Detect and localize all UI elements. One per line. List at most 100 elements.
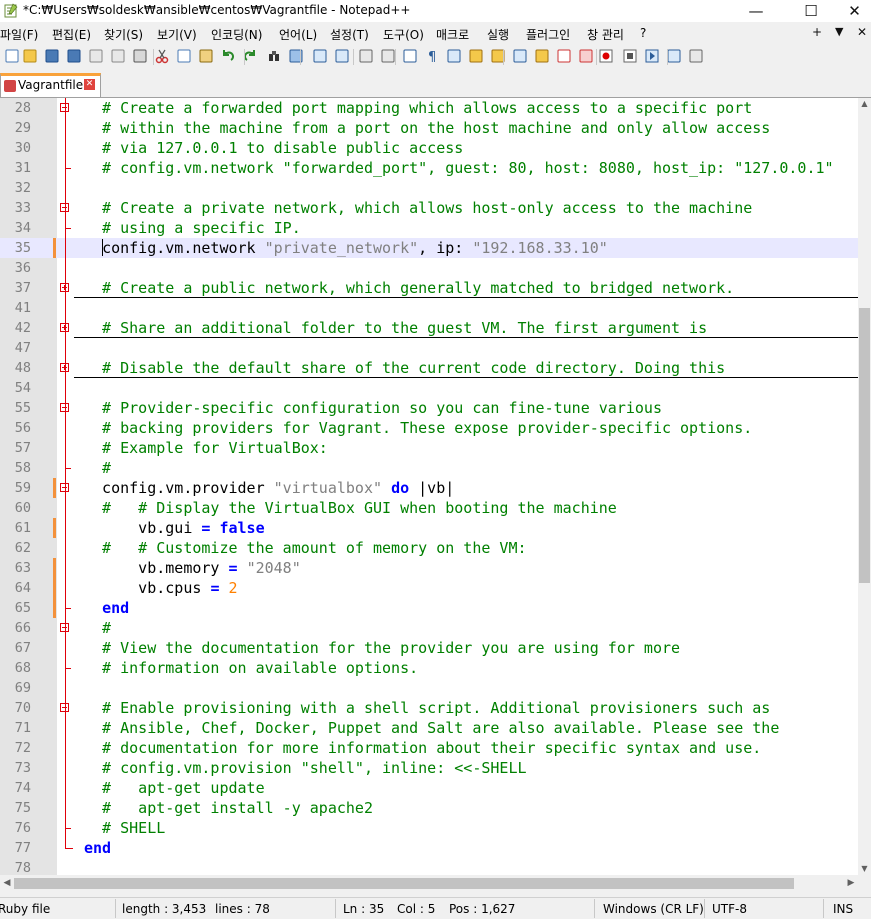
- menu-help[interactable]: ?: [640, 26, 646, 40]
- scroll-left-arrow-icon[interactable]: ◀: [0, 875, 14, 892]
- menu-plugins[interactable]: 플러그인: [526, 26, 570, 43]
- find-icon[interactable]: [266, 48, 282, 64]
- run-macro-multiple-icon[interactable]: [666, 48, 682, 64]
- code-line[interactable]: 54: [0, 378, 858, 398]
- code-line[interactable]: 65 end: [0, 598, 858, 618]
- monitoring-icon[interactable]: [578, 48, 594, 64]
- code-line[interactable]: 60 # # Display the VirtualBox GUI when b…: [0, 498, 858, 518]
- code-line[interactable]: 32: [0, 178, 858, 198]
- maximize-button[interactable]: ☐: [788, 0, 834, 22]
- open-file-icon[interactable]: [22, 48, 38, 64]
- zoom-in-icon[interactable]: [312, 48, 328, 64]
- menu-window[interactable]: 창 관리: [587, 26, 624, 43]
- tab-close-icon[interactable]: ✕: [84, 79, 95, 90]
- print-icon[interactable]: [132, 48, 148, 64]
- code-line[interactable]: 75 # apt-get install -y apache2: [0, 798, 858, 818]
- scroll-down-arrow-icon[interactable]: ▼: [858, 863, 871, 875]
- code-line[interactable]: 64 vb.cpus = 2: [0, 578, 858, 598]
- close-all-icon[interactable]: [110, 48, 126, 64]
- tab-list-dropdown-button[interactable]: ▼: [835, 25, 843, 38]
- save-all-icon[interactable]: [66, 48, 82, 64]
- user-lang-icon[interactable]: [468, 48, 484, 64]
- code-line[interactable]: 62 # # Customize the amount of memory on…: [0, 538, 858, 558]
- vertical-scrollbar[interactable]: ▲ ▼: [858, 98, 871, 875]
- sync-horizontal-icon[interactable]: [380, 48, 396, 64]
- menu-settings[interactable]: 설정(T): [330, 26, 369, 43]
- tab-vagrantfile[interactable]: Vagrantfile ✕: [0, 73, 101, 97]
- stop-macro-icon[interactable]: [622, 48, 638, 64]
- code-line[interactable]: 57 # Example for VirtualBox:: [0, 438, 858, 458]
- code-line[interactable]: 68 # information on available options.: [0, 658, 858, 678]
- menu-encoding[interactable]: 인코딩(N): [211, 26, 262, 43]
- code-line[interactable]: 31 # config.vm.network "forwarded_port",…: [0, 158, 858, 178]
- close-document-button[interactable]: ✕: [857, 25, 867, 39]
- code-line[interactable]: 78: [0, 858, 858, 875]
- code-line[interactable]: 56 # backing providers for Vagrant. Thes…: [0, 418, 858, 438]
- code-line[interactable]: 55 # Provider-specific configuration so …: [0, 398, 858, 418]
- code-line[interactable]: 67 # View the documentation for the prov…: [0, 638, 858, 658]
- menu-file[interactable]: 파일(F): [0, 26, 38, 43]
- scroll-right-arrow-icon[interactable]: ▶: [844, 875, 858, 892]
- menu-run[interactable]: 실행: [487, 26, 509, 43]
- new-file-icon[interactable]: [4, 48, 20, 64]
- replace-icon[interactable]: [288, 48, 304, 64]
- menu-view[interactable]: 보기(V): [157, 26, 197, 43]
- code-line[interactable]: 61 vb.gui = false: [0, 518, 858, 538]
- folder-workspace-icon[interactable]: [534, 48, 550, 64]
- horizontal-scrollbar[interactable]: ◀ ▶: [0, 875, 858, 892]
- code-line[interactable]: 70 # Enable provisioning with a shell sc…: [0, 698, 858, 718]
- record-macro-icon[interactable]: [598, 48, 614, 64]
- paste-icon[interactable]: [198, 48, 214, 64]
- code-line[interactable]: 42 # Share an additional folder to the g…: [0, 318, 858, 338]
- code-line[interactable]: 35 config.vm.network "private_network", …: [0, 238, 858, 258]
- play-macro-icon[interactable]: [644, 48, 660, 64]
- cut-icon[interactable]: [154, 48, 170, 64]
- close-icon[interactable]: [88, 48, 104, 64]
- code-line[interactable]: 37 # Create a public network, which gene…: [0, 278, 858, 298]
- menu-search[interactable]: 찾기(S): [104, 26, 143, 43]
- zoom-out-icon[interactable]: [334, 48, 350, 64]
- code-line[interactable]: 41: [0, 298, 858, 318]
- horizontal-scroll-thumb[interactable]: [14, 878, 794, 889]
- code-line[interactable]: 77 end: [0, 838, 858, 858]
- code-line[interactable]: 76 # SHELL: [0, 818, 858, 838]
- save-icon[interactable]: [44, 48, 60, 64]
- code-line[interactable]: 28 # Create a forwarded port mapping whi…: [0, 98, 858, 118]
- code-line[interactable]: 34 # using a specific IP.: [0, 218, 858, 238]
- code-line[interactable]: 69: [0, 678, 858, 698]
- doc-list-icon[interactable]: [556, 48, 572, 64]
- save-macro-icon[interactable]: [688, 48, 704, 64]
- code-line[interactable]: 71 # Ansible, Chef, Docker, Puppet and S…: [0, 718, 858, 738]
- function-list-icon[interactable]: [512, 48, 528, 64]
- status-divider: [704, 899, 705, 918]
- minimize-button[interactable]: —: [733, 0, 779, 22]
- menu-macro[interactable]: 매크로: [436, 26, 469, 43]
- code-line[interactable]: 58 #: [0, 458, 858, 478]
- code-line[interactable]: 48 # Disable the default share of the cu…: [0, 358, 858, 378]
- scroll-up-arrow-icon[interactable]: ▲: [858, 98, 871, 110]
- undo-icon[interactable]: [220, 48, 236, 64]
- add-tab-button[interactable]: +: [812, 25, 822, 39]
- code-line[interactable]: 66 #: [0, 618, 858, 638]
- menu-language[interactable]: 언어(L): [279, 26, 317, 43]
- code-line[interactable]: 47: [0, 338, 858, 358]
- close-window-button[interactable]: ✕: [838, 0, 871, 22]
- code-line[interactable]: 74 # apt-get update: [0, 778, 858, 798]
- code-line[interactable]: 59 config.vm.provider "virtualbox" do |v…: [0, 478, 858, 498]
- show-all-chars-icon[interactable]: ¶: [424, 48, 440, 64]
- menu-edit[interactable]: 편집(E): [52, 26, 91, 43]
- code-line[interactable]: 30 # via 127.0.0.1 to disable public acc…: [0, 138, 858, 158]
- copy-icon[interactable]: [176, 48, 192, 64]
- code-line[interactable]: 36: [0, 258, 858, 278]
- code-line[interactable]: 73 # config.vm.provision "shell", inline…: [0, 758, 858, 778]
- word-wrap-icon[interactable]: [402, 48, 418, 64]
- code-line[interactable]: 63 vb.memory = "2048": [0, 558, 858, 578]
- code-line[interactable]: 72 # documentation for more information …: [0, 738, 858, 758]
- vertical-scroll-thumb[interactable]: [859, 308, 870, 583]
- code-line[interactable]: 33 # Create a private network, which all…: [0, 198, 858, 218]
- indent-guide-icon[interactable]: [446, 48, 462, 64]
- code-editor[interactable]: 28 # Create a forwarded port mapping whi…: [0, 98, 858, 875]
- code-line[interactable]: 29 # within the machine from a port on t…: [0, 118, 858, 138]
- menu-tools[interactable]: 도구(O): [383, 26, 424, 43]
- sync-vertical-icon[interactable]: [358, 48, 374, 64]
